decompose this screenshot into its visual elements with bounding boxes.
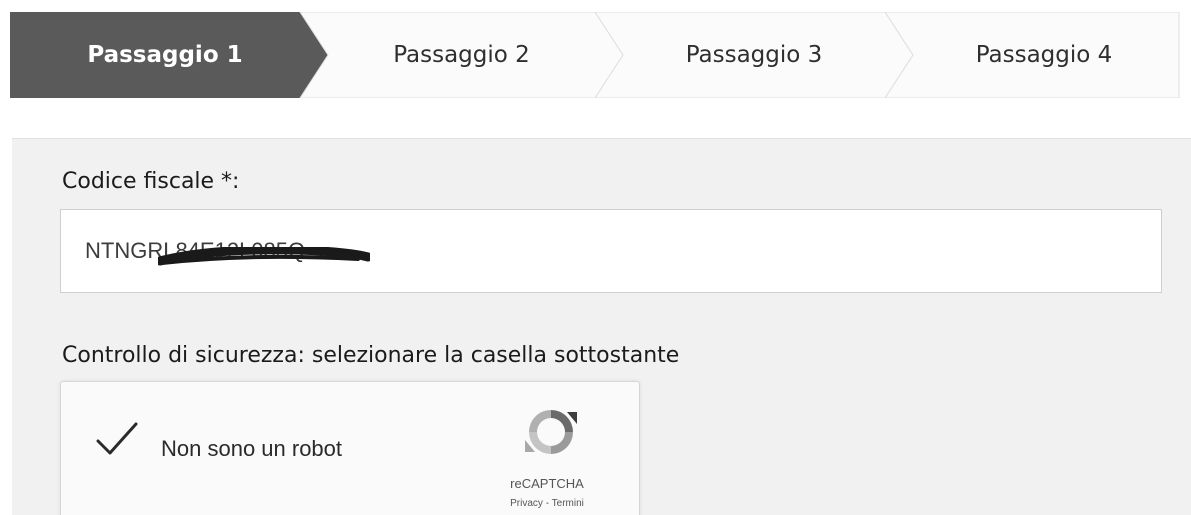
recaptcha-brand: reCAPTCHA [510,476,584,491]
step-4-label: Passaggio 4 [975,42,1113,68]
page: Passaggio 1 Passaggio 2 Passaggio 3 Pass… [0,0,1191,515]
step-3-label: Passaggio 3 [685,42,823,68]
recaptcha-logo-icon [525,410,577,454]
step-1[interactable]: Passaggio 1 [30,12,300,98]
step-1-label: Passaggio 1 [87,42,243,68]
security-check-label: Controllo di sicurezza: selezionare la c… [62,343,680,368]
recaptcha-links: Privacy - Termini [487,498,607,509]
recaptcha-widget: Non sono un robot reCAPTCHA Privacy - Te… [60,381,640,515]
step-3[interactable]: Passaggio 3 [623,12,885,98]
privacy-link[interactable]: Privacy [510,498,543,509]
step-2-label: Passaggio 2 [393,42,530,68]
checkmark-icon [96,422,138,455]
links-separator: - [542,498,552,509]
recaptcha-checkbox[interactable] [95,420,139,458]
step-2[interactable]: Passaggio 2 [328,12,595,98]
step-4[interactable]: Passaggio 4 [913,12,1175,98]
codice-fiscale-label: Codice fiscale *: [62,169,240,194]
stepper: Passaggio 1 Passaggio 2 Passaggio 3 Pass… [10,12,1180,98]
form-panel: Codice fiscale *: Controllo di sicurezza… [12,138,1191,515]
terms-link[interactable]: Termini [552,498,584,509]
codice-fiscale-input[interactable] [60,209,1162,293]
recaptcha-label: Non sono un robot [161,436,343,461]
